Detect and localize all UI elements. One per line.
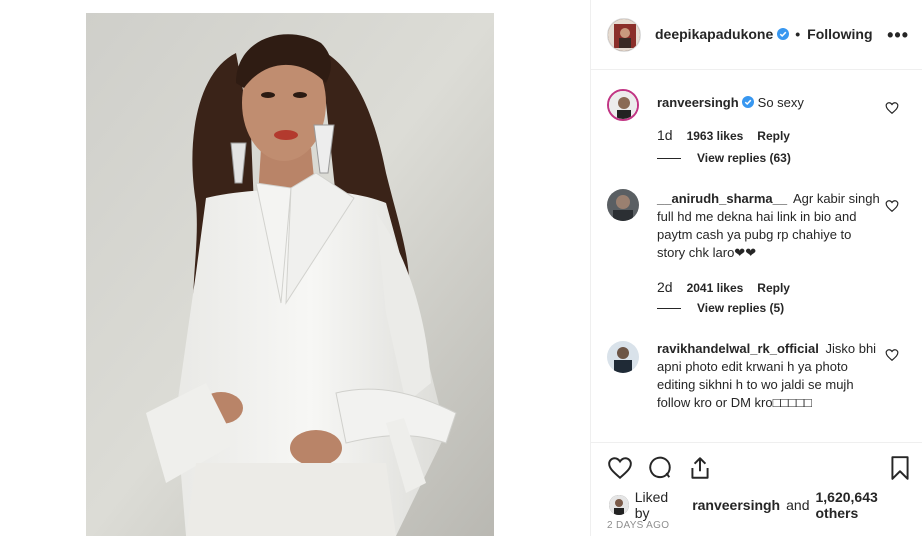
comments-list[interactable]: ranveersingh So sexy 1d 1963 likes Reply …	[591, 71, 922, 441]
separator-dot: •	[795, 26, 801, 42]
comment-text-block: __anirudh_sharma__ Agr kabir singh full …	[657, 190, 883, 262]
comment-avatar-image	[607, 341, 639, 373]
view-replies[interactable]: View replies (5)	[657, 301, 784, 315]
post-photo[interactable]	[86, 13, 494, 536]
photo-pane	[0, 0, 590, 536]
liked-by-others[interactable]: 1,620,643 others	[815, 489, 922, 521]
post-sidebar: deepikapadukone • Following ••• ranveers…	[590, 0, 922, 536]
comment-meta: 2d 2041 likes Reply	[657, 279, 790, 295]
post-photo-illustration	[86, 13, 494, 536]
comment-username[interactable]: __anirudh_sharma__	[657, 191, 787, 206]
author-line: deepikapadukone • Following	[655, 26, 873, 42]
share-icon[interactable]	[687, 455, 713, 481]
comment-like-heart-icon[interactable]	[885, 101, 899, 115]
comment-avatar-image	[607, 189, 639, 221]
liked-by-avatar-image	[609, 495, 629, 515]
author-avatar[interactable]	[607, 18, 641, 52]
reply-button[interactable]: Reply	[757, 129, 790, 143]
bookmark-icon[interactable]	[887, 455, 913, 481]
comment-avatar[interactable]	[607, 189, 639, 221]
heart-icon[interactable]	[607, 455, 633, 481]
comment-text: So sexy	[757, 95, 804, 110]
view-replies[interactable]: View replies (63)	[657, 151, 791, 165]
post-actions: Liked by ranveersingh and 1,620,643 othe…	[591, 442, 922, 536]
liked-by-user[interactable]: ranveersingh	[692, 497, 780, 513]
more-options-icon[interactable]: •••	[887, 25, 909, 46]
view-replies-line	[657, 157, 681, 159]
author-username[interactable]: deepikapadukone	[655, 26, 773, 42]
following-button[interactable]: Following	[807, 26, 872, 42]
comment-like-heart-icon[interactable]	[885, 199, 899, 213]
view-replies-line	[657, 307, 681, 309]
comment-time: 2d	[657, 279, 673, 295]
view-replies-label: View replies (63)	[697, 151, 791, 165]
comment-likes[interactable]: 2041 likes	[687, 281, 744, 295]
comment-username[interactable]: ravikhandelwal_rk_official	[657, 341, 819, 356]
author-avatar-image	[608, 19, 640, 51]
comment-avatar[interactable]	[607, 341, 639, 373]
comment-text-block: ravikhandelwal_rk_official Jisko bhi apn…	[657, 340, 883, 412]
comment-username[interactable]: ranveersingh	[657, 95, 739, 110]
post-timestamp[interactable]: 2 DAYS AGO	[607, 520, 669, 531]
comment-meta: 1d 1963 likes Reply	[657, 127, 790, 143]
verified-badge-icon	[741, 96, 754, 108]
verified-badge-icon	[777, 28, 790, 40]
comment-avatar[interactable]	[607, 89, 639, 121]
liked-by-avatar[interactable]	[609, 495, 629, 515]
post-header: deepikapadukone • Following •••	[591, 0, 922, 70]
comment-icon[interactable]	[647, 455, 673, 481]
comment-text-block: ranveersingh So sexy	[657, 94, 883, 112]
comment-like-heart-icon[interactable]	[885, 348, 899, 362]
view-replies-label: View replies (5)	[697, 301, 785, 315]
reply-button[interactable]: Reply	[757, 281, 790, 295]
comment-time: 1d	[657, 127, 673, 143]
liked-by-prefix: Liked by	[634, 489, 669, 521]
liked-by-line: Liked by ranveersingh and 1,620,643 othe…	[609, 489, 922, 521]
liked-by-joiner: and	[786, 497, 810, 513]
comment-avatar-image	[609, 91, 637, 119]
comment-likes[interactable]: 1963 likes	[687, 129, 744, 143]
